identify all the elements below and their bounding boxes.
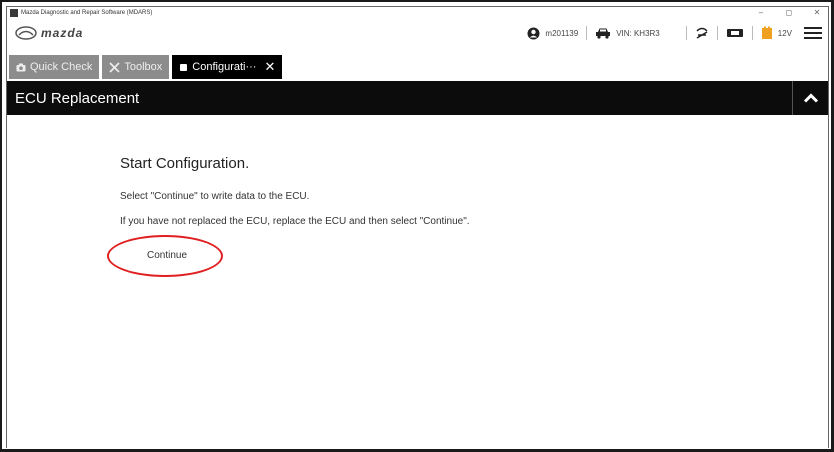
battery-voltage: 12V: [777, 28, 792, 38]
tab-label: Quick Check: [30, 61, 93, 73]
section-header: ECU Replacement: [7, 81, 828, 115]
vin-info[interactable]: VIN: KH3R3: [595, 27, 660, 39]
user-icon: [527, 27, 540, 39]
instruction-text: If you have not replaced the ECU, replac…: [120, 216, 470, 227]
hamburger-menu-icon[interactable]: [804, 27, 822, 39]
wrench-icon: [109, 61, 120, 73]
app-icon: [10, 9, 18, 17]
app-header: mazda m201139 VIN: KH3R3 12V: [7, 19, 828, 47]
tab-label: Configurati···: [192, 61, 257, 73]
page-heading: Start Configuration.: [120, 155, 250, 172]
vci-icon[interactable]: [726, 27, 744, 39]
vin-number: VIN: KH3R3: [616, 28, 660, 38]
minimize-button[interactable]: –: [756, 7, 766, 19]
title-bar: Mazda Diagnostic and Repair Software (MD…: [7, 7, 828, 19]
connection-icon[interactable]: [695, 26, 709, 40]
tab-quick-check[interactable]: Quick Check: [9, 55, 100, 79]
divider: [586, 26, 588, 40]
user-id: m201139: [545, 28, 579, 38]
window-title: Mazda Diagnostic and Repair Software (MD…: [21, 10, 153, 16]
screenshot-frame: Mazda Diagnostic and Repair Software (MD…: [0, 0, 834, 452]
tab-configuration[interactable]: Configurati··· ✕: [172, 55, 283, 79]
mazda-logo: mazda: [15, 26, 83, 40]
logo-wordmark: mazda: [41, 26, 84, 40]
tab-label: Toolbox: [124, 61, 163, 73]
chevron-up-icon: [803, 93, 818, 103]
instruction-text: Select "Continue" to write data to the E…: [120, 191, 310, 202]
module-icon: [180, 63, 188, 71]
mazda-emblem-icon: [15, 26, 37, 40]
main-content: Start Configuration. Select "Continue" t…: [7, 115, 828, 449]
battery-info[interactable]: 12V: [761, 26, 792, 40]
close-tab-icon[interactable]: ✕: [264, 59, 275, 75]
camera-icon: [16, 63, 26, 71]
maximize-button[interactable]: ◻: [784, 7, 794, 19]
divider: [716, 26, 718, 40]
car-icon: [596, 28, 611, 39]
header-status: m201139 VIN: KH3R3 12V: [527, 19, 822, 47]
section-title: ECU Replacement: [15, 89, 140, 107]
tab-toolbox[interactable]: Toolbox: [102, 55, 170, 79]
collapse-button[interactable]: [792, 81, 828, 115]
user-info[interactable]: m201139: [527, 27, 578, 40]
window-controls: – ◻ ✕: [756, 7, 822, 19]
close-window-button[interactable]: ✕: [812, 7, 822, 19]
continue-button[interactable]: Continue: [127, 243, 207, 267]
divider: [685, 26, 687, 40]
tab-bar: Quick Check Toolbox Configurati··· ✕: [9, 55, 283, 79]
divider: [751, 26, 753, 40]
app-window: Mazda Diagnostic and Repair Software (MD…: [6, 6, 829, 449]
battery-icon: [761, 26, 772, 39]
